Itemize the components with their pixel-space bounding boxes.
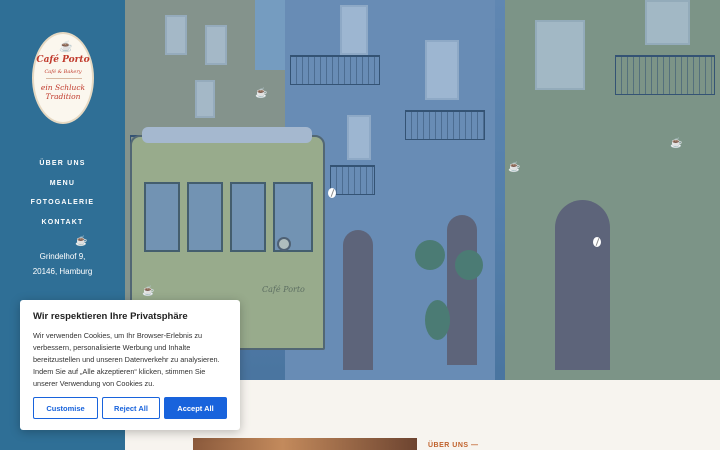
logo-divider	[46, 78, 82, 79]
logo-tagline: ein Schluck Tradition	[34, 83, 92, 101]
nav-item-ueber-uns[interactable]: ÜBER UNS	[0, 157, 125, 177]
logo-subtitle: Café & Bakery	[44, 69, 82, 75]
cookie-buttons: Customise Reject All Accept All	[33, 397, 227, 420]
coffee-bean-icon	[593, 237, 601, 247]
cookie-text: Wir verwenden Cookies, um Ihr Browser-Er…	[33, 331, 220, 388]
cookie-title: Wir respektieren Ihre Privatsphäre	[33, 311, 188, 322]
address-line2: 20146, Hamburg	[32, 267, 93, 276]
customise-button[interactable]: Customise	[33, 397, 98, 419]
nav-item-kontakt[interactable]: KONTAKT	[0, 216, 125, 236]
reject-all-button[interactable]: Reject All	[102, 397, 160, 419]
nav-item-menu[interactable]: MENU	[0, 177, 125, 197]
coffee-cup-icon: ☕	[142, 286, 155, 297]
coffee-cup-icon: ☕	[670, 138, 683, 149]
main-nav: ÜBER UNS MENU FOTOGALERIE KONTAKT	[0, 157, 125, 235]
coffee-cup-icon: ☕	[508, 162, 521, 173]
coffee-cup-icon: ☕	[59, 41, 73, 53]
about-label: ÜBER UNS —	[428, 442, 479, 449]
cafe-porto-logo[interactable]: ☕ Café Porto Café & Bakery ein Schluck T…	[32, 32, 94, 124]
accept-all-button[interactable]: Accept All	[164, 397, 227, 419]
coffee-cup-icon: ☕	[75, 236, 88, 247]
cookie-banner: Wir respektieren Ihre Privatsphäre Wir v…	[20, 300, 240, 430]
logo-title: Café Porto	[36, 55, 90, 65]
about-image	[193, 438, 417, 450]
nav-item-fotogalerie[interactable]: FOTOGALERIE	[0, 196, 125, 216]
address-line1: Grindelhof 9,	[39, 252, 86, 261]
coffee-cup-icon: ☕	[255, 88, 268, 99]
logo-tagline-line2: Tradition	[45, 91, 81, 101]
address: Grindelhof 9, 20146, Hamburg	[0, 249, 125, 279]
coffee-bean-icon	[328, 188, 336, 198]
